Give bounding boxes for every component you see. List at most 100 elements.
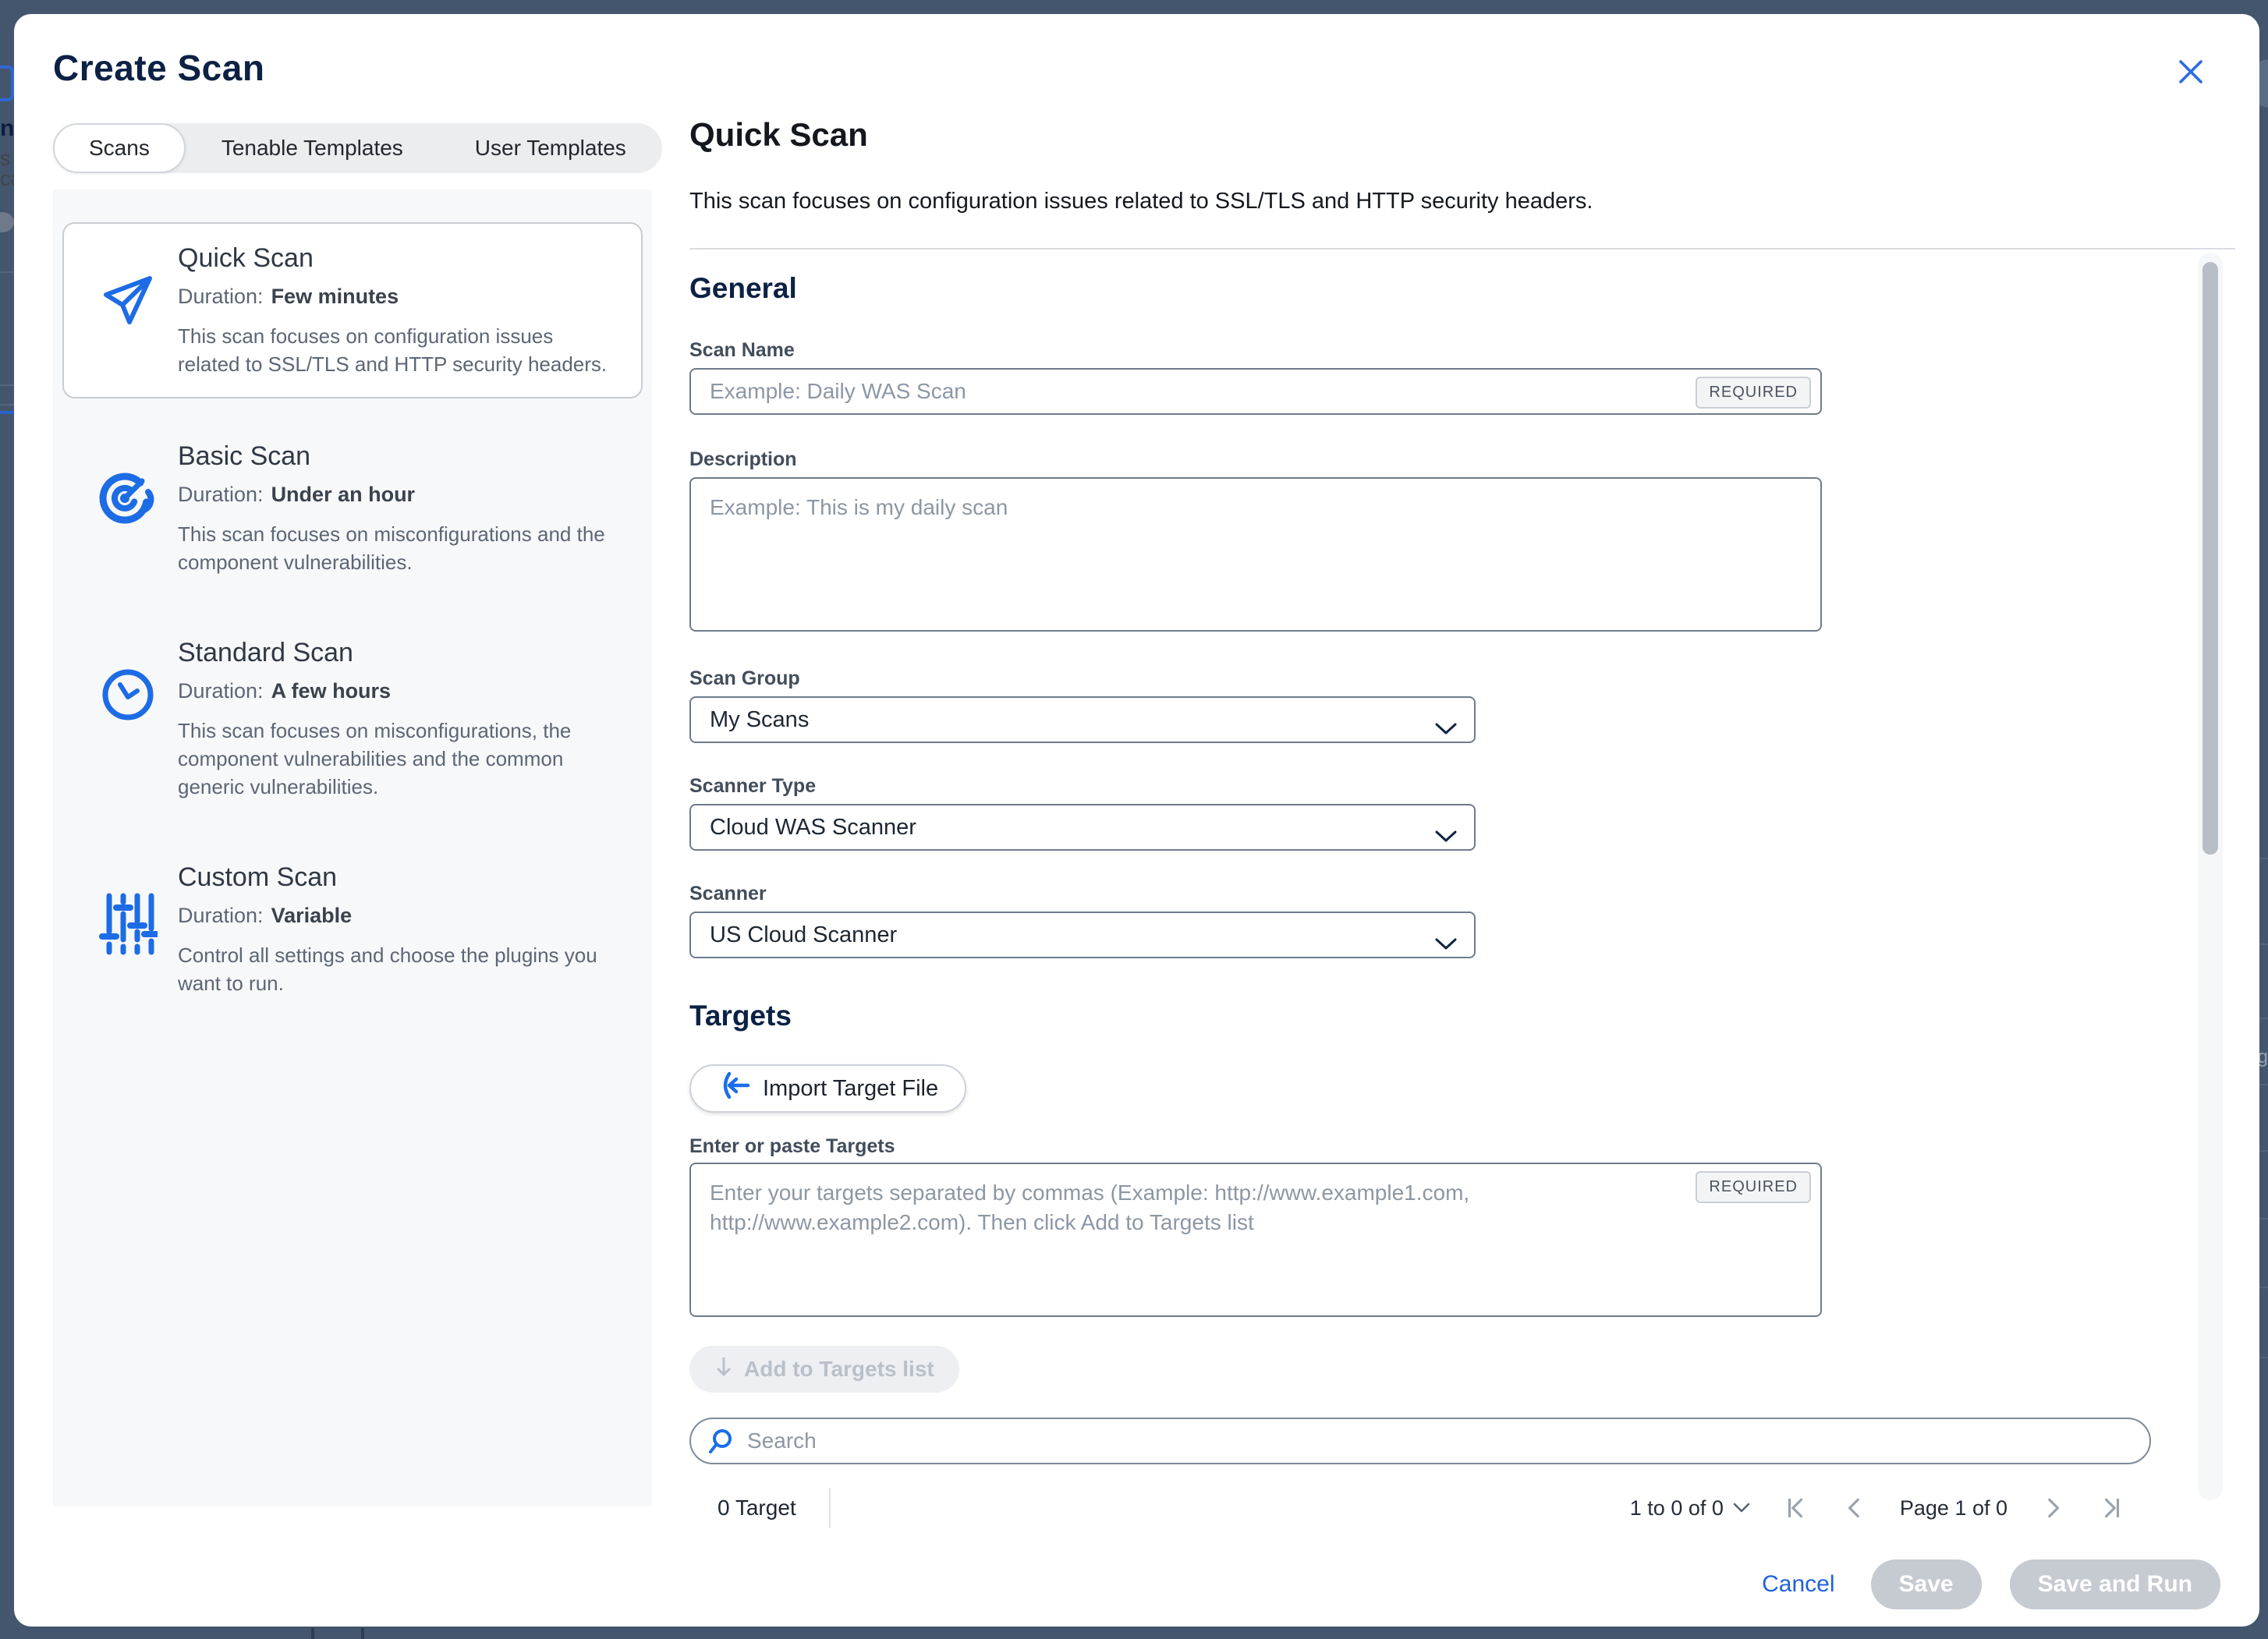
scan-type-name: Standard Scan	[178, 637, 622, 668]
scan-form-scroll-area: General Scan Name REQUIRED Description S…	[689, 248, 2235, 1507]
tab-scans[interactable]: Scans	[53, 123, 186, 173]
divider	[829, 1488, 831, 1528]
scan-type-standard-scan[interactable]: Standard Scan Duration: A few hours This …	[62, 617, 643, 821]
chevron-down-icon	[1435, 716, 1457, 742]
duration-label: Duration:	[178, 679, 264, 703]
rows-range-dropdown[interactable]: 1 to 0 of 0	[1630, 1496, 1750, 1520]
background-line-fragment	[0, 271, 14, 273]
modal-title: Create Scan	[53, 47, 264, 89]
screen-backdrop: nr s ca g Create Scan Scans Tenable Temp…	[0, 0, 2268, 1639]
scanner-type-select[interactable]: Cloud WAS Scanner	[689, 804, 1476, 851]
scanner-label: Scanner	[689, 882, 2235, 905]
save-button[interactable]: Save	[1871, 1559, 1982, 1609]
close-button[interactable]	[2174, 56, 2208, 90]
general-section-heading: General	[689, 271, 2235, 306]
scan-type-body: Standard Scan Duration: A few hours This …	[178, 637, 622, 801]
add-to-targets-button[interactable]: Add to Targets list	[689, 1346, 959, 1393]
scan-group-select[interactable]: My Scans	[689, 696, 1476, 743]
scan-form: General Scan Name REQUIRED Description S…	[689, 250, 2235, 1507]
arrow-down-icon	[714, 1355, 733, 1384]
page-indicator: Page 1 of 0	[1900, 1496, 2008, 1520]
duration-label: Duration:	[178, 285, 264, 308]
import-target-file-button[interactable]: Import Target File	[689, 1064, 966, 1113]
description-label: Description	[689, 448, 2235, 471]
scan-type-name: Custom Scan	[178, 862, 622, 893]
radar-target-icon	[98, 469, 158, 576]
scan-type-custom-scan[interactable]: Custom Scan Duration: Variable Control al…	[62, 841, 643, 1018]
targets-count: 0 Target	[718, 1496, 796, 1520]
background-line-fragment	[0, 384, 14, 386]
duration-value: A few hours	[271, 679, 392, 703]
close-icon	[2175, 56, 2206, 91]
scan-type-name: Quick Scan	[178, 242, 622, 274]
duration-label: Duration:	[178, 904, 264, 927]
scan-type-basic-scan[interactable]: Basic Scan Duration: Under an hour This s…	[62, 420, 643, 596]
create-scan-modal: Create Scan Scans Tenable Templates User…	[14, 14, 2259, 1627]
duration-label: Duration:	[178, 483, 264, 506]
cancel-button[interactable]: Cancel	[1754, 1571, 1842, 1598]
import-icon	[718, 1069, 750, 1108]
targets-field-wrap: REQUIRED	[689, 1163, 1822, 1321]
pagination: 1 to 0 of 0 Page 1 of 0	[1630, 1494, 2126, 1522]
scan-type-duration: Duration:Few minutes	[178, 285, 622, 308]
background-line-fragment	[0, 404, 14, 405]
scan-type-body: Custom Scan Duration: Variable Control al…	[178, 862, 622, 997]
first-page-icon[interactable]	[1781, 1494, 1809, 1522]
scan-type-description: This scan focuses on configuration issue…	[178, 322, 615, 378]
scan-name-input[interactable]	[689, 368, 1822, 415]
background-icon-fragment	[0, 65, 14, 101]
chevron-down-icon	[1435, 931, 1457, 957]
background-tick-fragment	[311, 1628, 314, 1639]
scan-type-duration: Duration: Under an hour	[178, 483, 622, 506]
template-tabs: Scans Tenable Templates User Templates	[53, 123, 662, 173]
scrollbar-track[interactable]	[2198, 253, 2223, 1500]
scan-type-list: Quick Scan Duration:Few minutes This sca…	[53, 189, 652, 1506]
targets-search-input[interactable]	[689, 1418, 2151, 1464]
import-button-label: Import Target File	[763, 1076, 938, 1102]
required-badge: REQUIRED	[1696, 377, 1811, 409]
required-badge: REQUIRED	[1696, 1171, 1811, 1203]
last-page-icon[interactable]	[2098, 1494, 2126, 1522]
duration-value: Variable	[271, 904, 353, 927]
tab-tenable-templates[interactable]: Tenable Templates	[186, 123, 439, 173]
targets-count-group: 0 Target	[689, 1488, 831, 1528]
scan-type-body: Basic Scan Duration: Under an hour This s…	[178, 441, 622, 576]
background-tick-fragment	[361, 1628, 364, 1639]
background-line-fragment	[0, 411, 14, 414]
scan-type-description: This scan focuses on misconfigurations a…	[178, 520, 615, 576]
scan-type-name: Basic Scan	[178, 441, 622, 472]
rows-range-label: 1 to 0 of 0	[1630, 1496, 1724, 1520]
modal-footer: Cancel Save Save and Run	[1754, 1559, 2220, 1609]
scan-name-field-wrap: REQUIRED	[689, 368, 1822, 415]
description-field-wrap	[689, 477, 1822, 635]
scanner-type-label: Scanner Type	[689, 774, 2235, 798]
scanner-type-value: Cloud WAS Scanner	[710, 815, 916, 841]
scanner-value: US Cloud Scanner	[710, 922, 897, 948]
scanner-select[interactable]: US Cloud Scanner	[689, 912, 1476, 958]
scan-group-label: Scan Group	[689, 667, 2235, 690]
targets-textarea[interactable]	[689, 1163, 1822, 1317]
scrollbar-thumb[interactable]	[2202, 262, 2218, 855]
save-and-run-button[interactable]: Save and Run	[2010, 1559, 2220, 1609]
add-button-label: Add to Targets list	[744, 1357, 934, 1382]
chevron-down-icon	[1435, 823, 1457, 849]
enter-targets-label: Enter or paste Targets	[689, 1135, 2235, 1158]
duration-value: Under an hour	[271, 483, 416, 506]
clock-icon	[98, 665, 158, 801]
search-icon	[707, 1428, 735, 1460]
targets-table-footer: 0 Target 1 to 0 of 0	[689, 1488, 2235, 1528]
paper-plane-icon	[98, 271, 158, 378]
next-page-icon[interactable]	[2039, 1494, 2067, 1522]
previous-page-icon[interactable]	[1841, 1494, 1869, 1522]
selected-scan-description: This scan focuses on configuration issue…	[689, 187, 1593, 215]
scan-type-description: This scan focuses on misconfigurations, …	[178, 717, 615, 801]
scan-type-body: Quick Scan Duration:Few minutes This sca…	[178, 242, 622, 378]
tab-user-templates[interactable]: User Templates	[439, 123, 662, 173]
description-textarea[interactable]	[689, 477, 1822, 632]
background-shape-fragment	[0, 212, 14, 232]
scan-type-duration: Duration: A few hours	[178, 679, 622, 703]
targets-section-heading: Targets	[689, 999, 2235, 1033]
scan-type-description: Control all settings and choose the plug…	[178, 941, 615, 997]
scan-type-quick-scan[interactable]: Quick Scan Duration:Few minutes This sca…	[62, 222, 643, 398]
selected-scan-title: Quick Scan	[689, 115, 868, 154]
